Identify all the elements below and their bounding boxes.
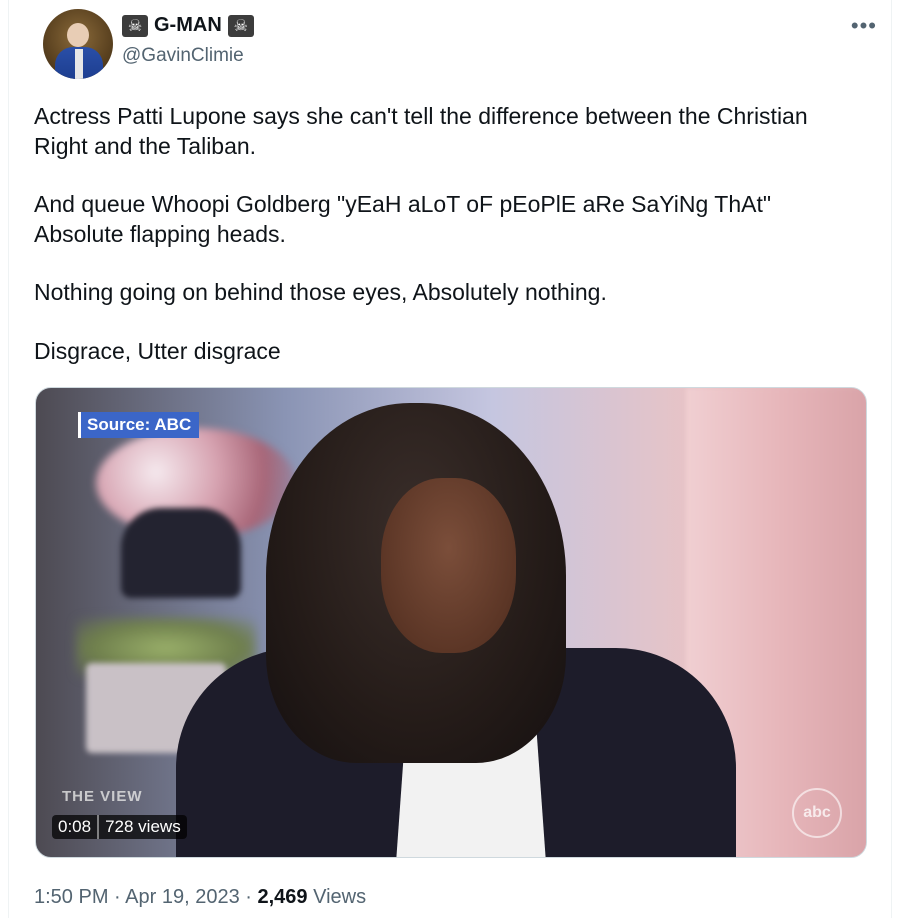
tweet-text: Actress Patti Lupone says she can't tell… bbox=[34, 102, 864, 366]
tweet-views-count[interactable]: 2,469 bbox=[258, 886, 308, 908]
video-person-face bbox=[381, 478, 516, 653]
author-name-row[interactable]: ☠ G-MAN ☠ bbox=[122, 14, 254, 37]
skull-icon: ☠ bbox=[227, 14, 254, 37]
author-display-name[interactable]: G-MAN bbox=[154, 14, 222, 37]
video-views: 728 views bbox=[105, 817, 181, 836]
tweet-paragraph: Nothing going on behind those eyes, Abso… bbox=[34, 279, 607, 305]
video-player[interactable]: Source: ABC THE VIEW abc 0:08 728 views bbox=[35, 387, 867, 858]
tweet-views-label: Views bbox=[313, 886, 367, 908]
avatar[interactable] bbox=[43, 9, 113, 79]
more-horizontal-icon[interactable]: ••• bbox=[851, 15, 877, 37]
author-handle[interactable]: @GavinClimie bbox=[122, 45, 244, 67]
video-background-vase bbox=[121, 508, 241, 598]
tweet-paragraph: And queue Whoopi Goldberg "yEaH aLoT oF … bbox=[34, 191, 771, 247]
source-tag: Source: ABC bbox=[78, 412, 200, 438]
the-view-logo: THE VIEW bbox=[62, 788, 143, 805]
tweet-meta: 1:50 PM · Apr 19, 2023 · 2,469 Views bbox=[34, 886, 366, 909]
skull-icon: ☠ bbox=[122, 14, 148, 37]
meta-separator: · bbox=[245, 886, 252, 908]
tweet-paragraph: Disgrace, Utter disgrace bbox=[34, 337, 281, 364]
tweet-time[interactable]: 1:50 PM bbox=[34, 886, 108, 908]
abc-logo: abc bbox=[792, 788, 842, 838]
tweet-date[interactable]: Apr 19, 2023 bbox=[125, 886, 240, 908]
video-stats-overlay: 0:08 728 views bbox=[52, 815, 187, 839]
overlay-divider bbox=[97, 815, 100, 839]
avatar-stripe bbox=[75, 49, 83, 79]
meta-separator: · bbox=[114, 886, 121, 908]
video-duration: 0:08 bbox=[58, 817, 92, 836]
avatar-head bbox=[67, 23, 89, 47]
tweet-paragraph: Actress Patti Lupone says she can't tell… bbox=[34, 103, 808, 159]
